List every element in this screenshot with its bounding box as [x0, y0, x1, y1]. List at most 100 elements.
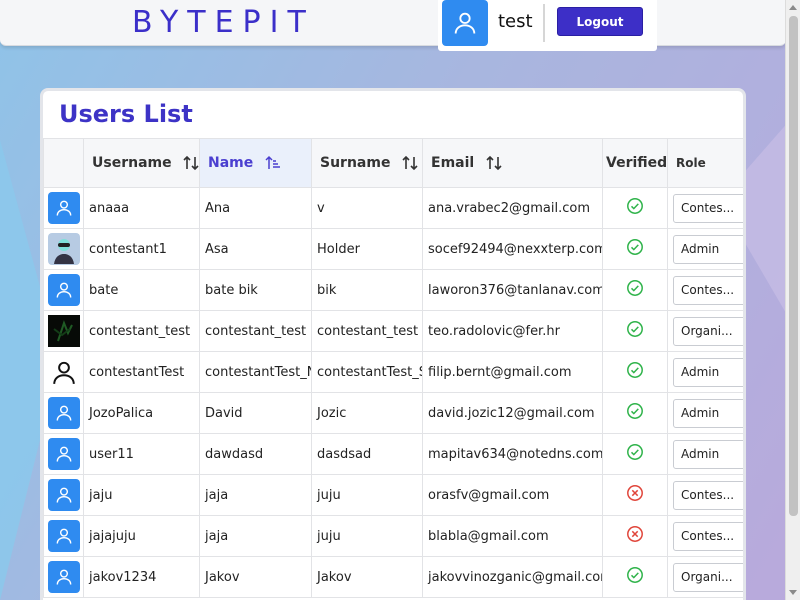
role-select[interactable]: Admin [673, 439, 743, 469]
table-row[interactable]: user11 dawdasd dasdsad mapitav634@notedns.c… [43, 433, 743, 475]
username-cell: bate [83, 269, 200, 311]
table-row[interactable]: anaaa Ana v ana.vrabec2@gmail.com Contes... [43, 187, 743, 229]
unverified-x-icon [627, 526, 643, 542]
user-avatar [48, 561, 80, 593]
name-cell: Asa [199, 228, 312, 270]
table-row[interactable]: contestant1 Asa Holder socef92494@nexxterp.… [43, 228, 743, 270]
role-select[interactable]: Contes... [673, 193, 743, 223]
username-cell: jakov1234 [83, 556, 200, 598]
username-cell: contestantTest [83, 351, 200, 393]
column-header-name[interactable]: Name [199, 138, 312, 188]
bytepit-logo[interactable]: BYTEPIT [132, 5, 315, 40]
email-cell: orasfv@gmail.com [422, 474, 603, 516]
sort-ascending-icon[interactable] [264, 154, 282, 172]
verified-cell [602, 310, 668, 352]
table-row[interactable]: contestantTest contestantTest_N contestant… [43, 351, 743, 393]
avatar-cell [43, 351, 84, 393]
user-icon [56, 405, 72, 421]
table-row[interactable]: JozoPalica David Jozic david.jozic12@gmail.… [43, 392, 743, 434]
username-cell: user11 [83, 433, 200, 475]
username-cell: jaju [83, 474, 200, 516]
surname-cell: Jakov [311, 556, 423, 598]
table-row[interactable]: jaju jaja juju orasfv@gmail.com Contes... [43, 474, 743, 516]
verified-cell [602, 515, 668, 557]
sort-icon[interactable] [401, 154, 419, 172]
user-icon [56, 446, 72, 462]
user-menu: test Logout [438, 0, 657, 51]
role-select[interactable]: Organi... [673, 316, 743, 346]
scroll-down-arrow[interactable] [789, 590, 797, 595]
email-cell: laworon376@tanlanav.com [422, 269, 603, 311]
scroll-up-arrow[interactable] [789, 5, 797, 10]
user-icon [56, 528, 72, 544]
table-row[interactable]: bate bate bik bik laworon376@tanlanav.com Co… [43, 269, 743, 311]
role-select[interactable]: Admin [673, 357, 743, 387]
dark-photo-avatar-image [48, 315, 80, 347]
users-table: Username Name Surname Email Verified Rol… [43, 138, 743, 598]
role-select[interactable]: Contes... [673, 480, 743, 510]
sort-icon[interactable] [485, 154, 503, 172]
verified-check-icon [627, 362, 643, 378]
name-cell: contestant_test [199, 310, 312, 352]
verified-check-icon [627, 321, 643, 337]
user-icon [454, 12, 476, 34]
email-cell: david.jozic12@gmail.com [422, 392, 603, 434]
column-header-username[interactable]: Username [83, 138, 200, 188]
column-label-email: Email [431, 155, 475, 171]
name-cell: Jakov [199, 556, 312, 598]
email-cell: mapitav634@notedns.com [422, 433, 603, 475]
avatar-cell [43, 187, 84, 229]
name-cell: David [199, 392, 312, 434]
username-cell: JozoPalica [83, 392, 200, 434]
surname-cell: contestant_test [311, 310, 423, 352]
table-row[interactable]: contestant_test contestant_test contestant… [43, 310, 743, 352]
verified-cell [602, 556, 668, 598]
role-cell: Admin [667, 392, 743, 434]
user-icon [56, 282, 72, 298]
role-select[interactable]: Admin [673, 234, 743, 264]
email-cell: blabla@gmail.com [422, 515, 603, 557]
avatar-cell [43, 269, 84, 311]
username-cell: contestant1 [83, 228, 200, 270]
avatar-cell [43, 433, 84, 475]
column-header-surname[interactable]: Surname [311, 138, 423, 188]
avatar-cell [43, 310, 84, 352]
column-header-email[interactable]: Email [422, 138, 603, 188]
name-cell: contestantTest_N [199, 351, 312, 393]
table-row[interactable]: jajajuju jaja juju blabla@gmail.com Contes..… [43, 515, 743, 557]
surname-cell: v [311, 187, 423, 229]
username-cell: contestant_test [83, 310, 200, 352]
avatar-cell [43, 228, 84, 270]
user-avatar [48, 520, 80, 552]
role-select[interactable]: Contes... [673, 275, 743, 305]
sort-icon[interactable] [182, 154, 199, 172]
table-row[interactable]: jakov1234 Jakov Jakov jakovvinozganic@gmail… [43, 556, 743, 598]
scrollbar-thumb[interactable] [789, 16, 798, 516]
avatar-cell [43, 392, 84, 434]
photo-avatar [48, 233, 80, 265]
role-cell: Contes... [667, 515, 743, 557]
logout-button[interactable]: Logout [557, 7, 643, 36]
role-cell: Admin [667, 351, 743, 393]
role-cell: Admin [667, 228, 743, 270]
role-select[interactable]: Admin [673, 398, 743, 428]
column-header-role: Role [667, 138, 743, 188]
verified-cell [602, 433, 668, 475]
username-cell: jajajuju [83, 515, 200, 557]
email-cell: ana.vrabec2@gmail.com [422, 187, 603, 229]
user-icon [56, 487, 72, 503]
page-scrollbar[interactable] [785, 0, 800, 600]
name-cell: Ana [199, 187, 312, 229]
role-select[interactable]: Contes... [673, 521, 743, 551]
role-cell: Contes... [667, 269, 743, 311]
role-select[interactable]: Organi... [673, 562, 743, 592]
verified-check-icon [627, 567, 643, 583]
current-user-avatar[interactable] [442, 0, 488, 46]
verified-check-icon [627, 198, 643, 214]
role-cell: Organi... [667, 310, 743, 352]
dark-photo-avatar [48, 315, 80, 347]
email-cell: socef92494@nexxterp.com [422, 228, 603, 270]
verified-check-icon [627, 280, 643, 296]
username-cell: anaaa [83, 187, 200, 229]
verified-cell [602, 474, 668, 516]
